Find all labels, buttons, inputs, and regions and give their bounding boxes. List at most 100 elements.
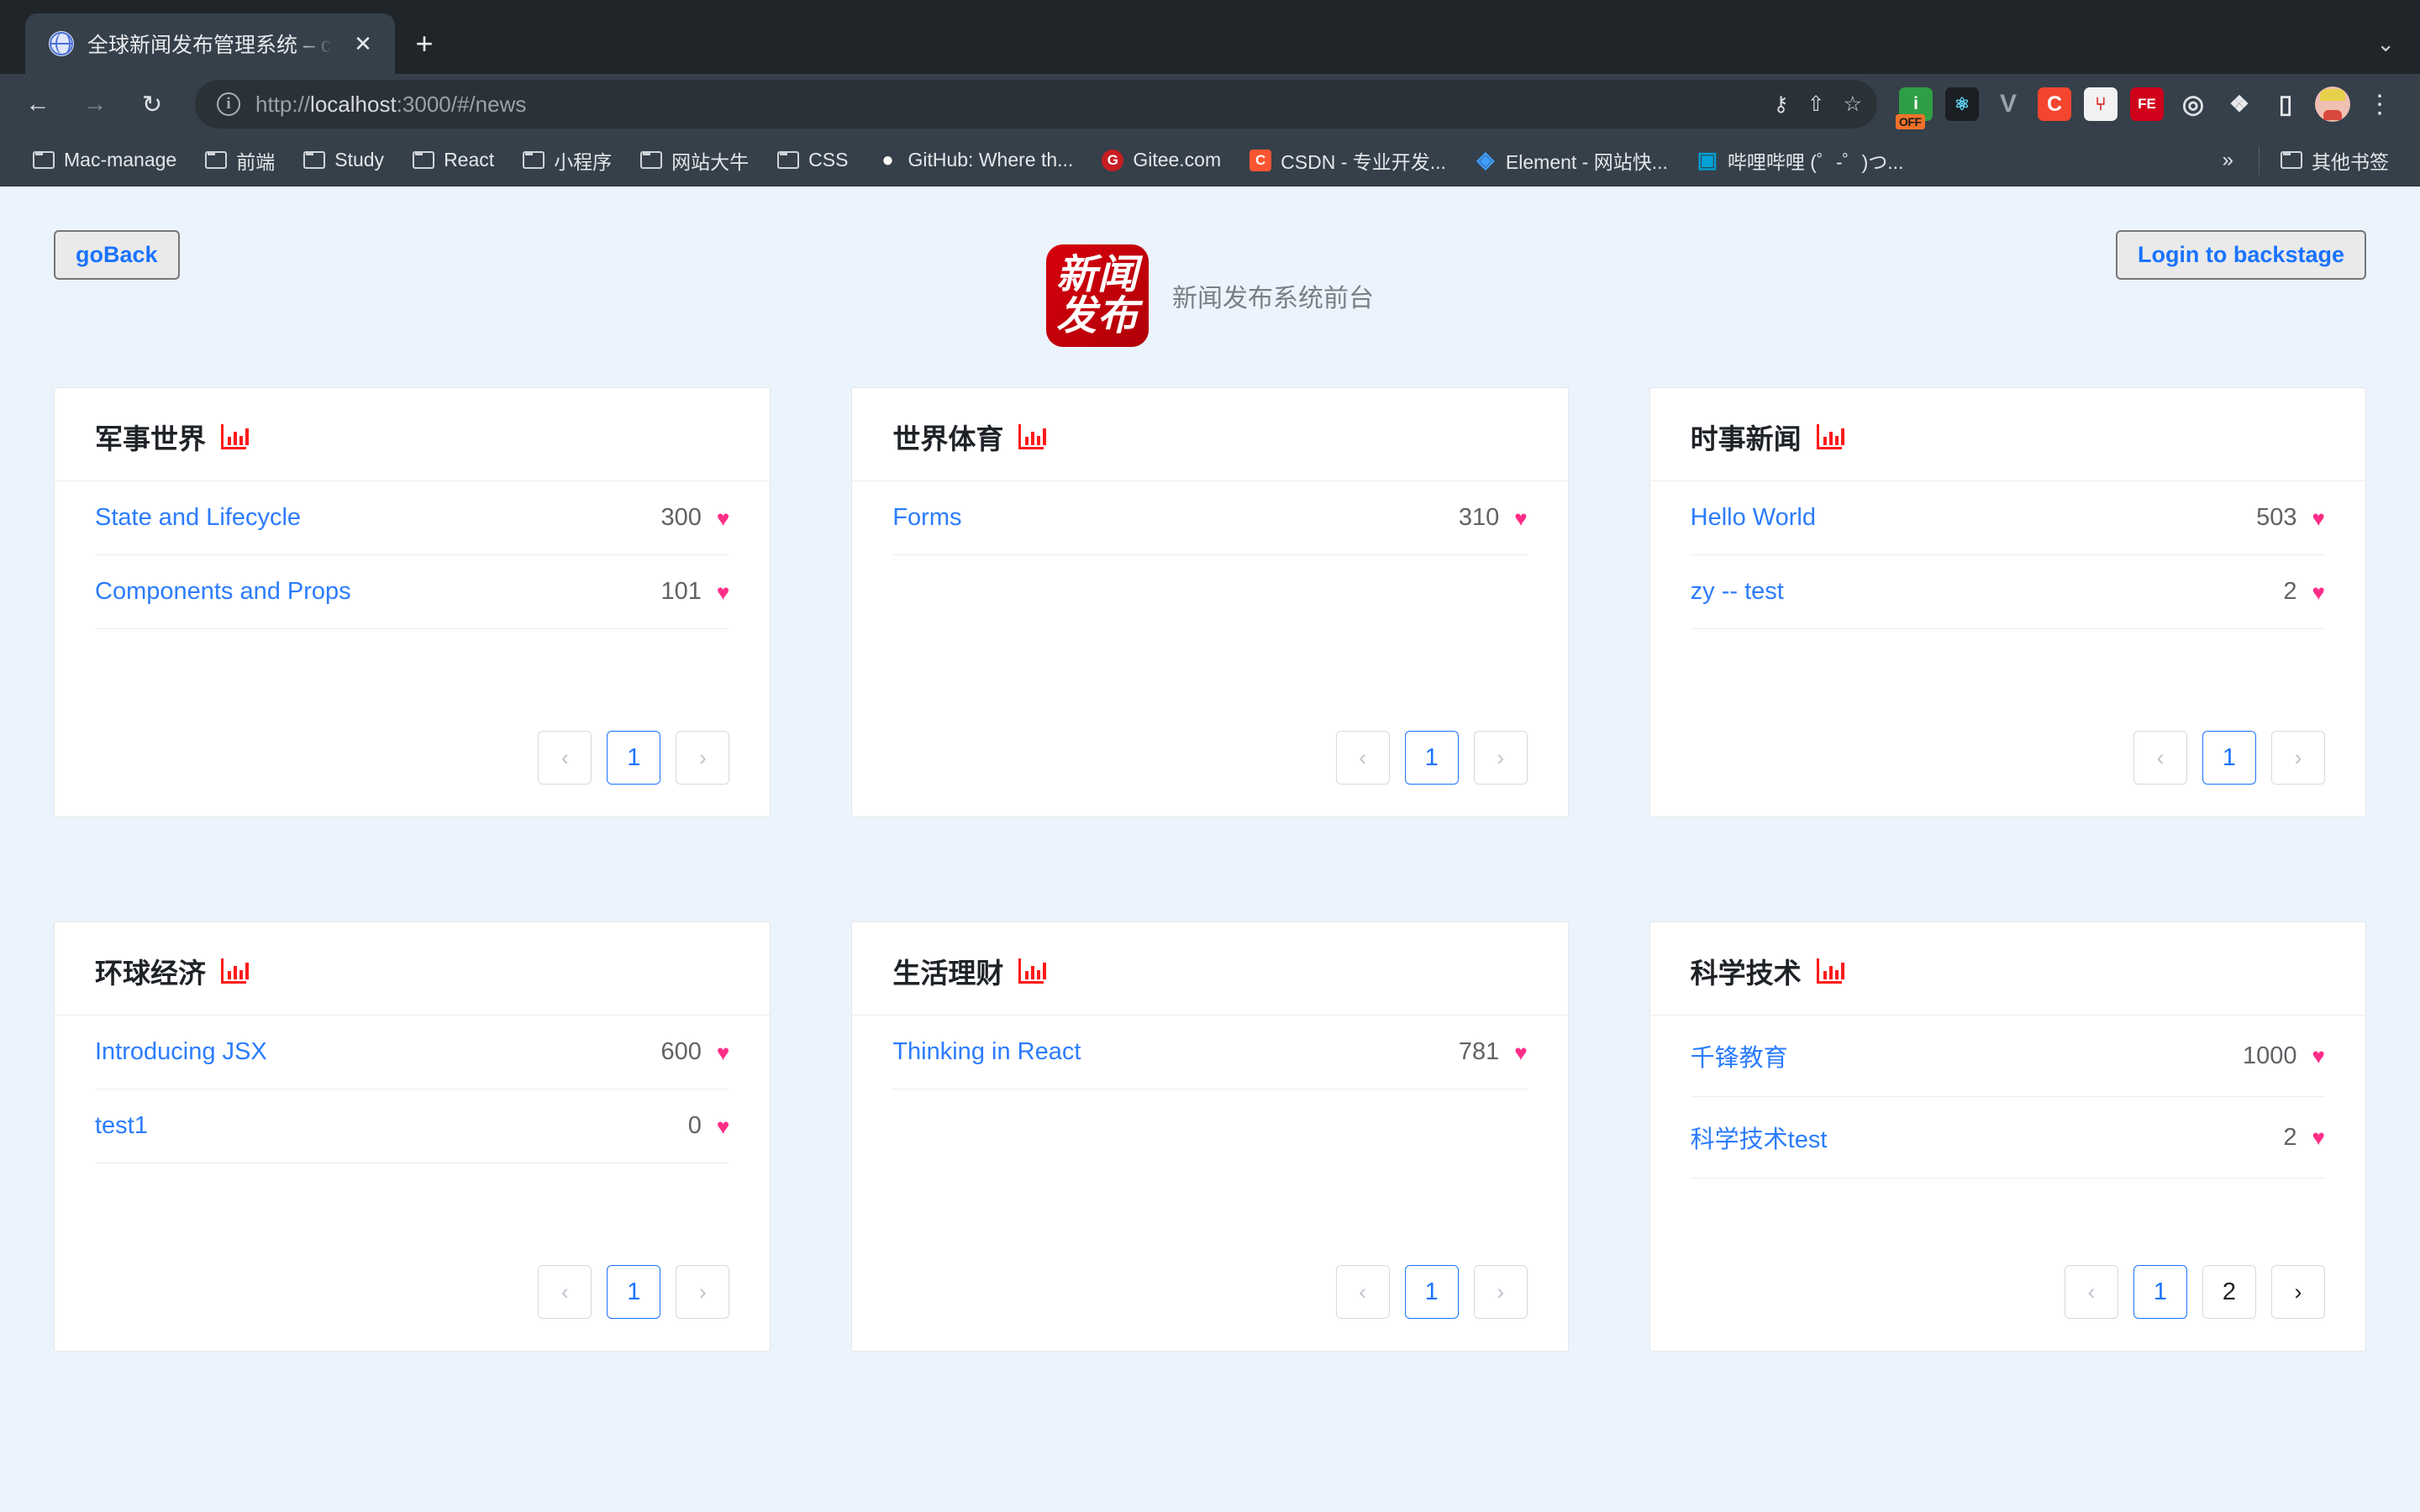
pagination-prev-button[interactable]: ‹ (2133, 731, 2187, 785)
pagination-page-button[interactable]: 1 (607, 1265, 661, 1319)
clipboard-c-icon[interactable]: C (2038, 87, 2071, 121)
news-title-link[interactable]: Introducing JSX (95, 1038, 661, 1066)
card-title: 生活理财 (892, 958, 1004, 989)
news-list-item[interactable]: Components and Props 101 ♥ (95, 555, 730, 629)
bookmark-label: Element - 网站快... (1505, 150, 1668, 173)
bookmark-label: CSS (808, 149, 849, 171)
bookmark-react[interactable]: React (398, 142, 508, 179)
target-icon[interactable]: ◎ (2176, 87, 2210, 121)
pagination-next-button[interactable]: › (2270, 731, 2325, 785)
new-tab-button[interactable]: + (395, 13, 454, 74)
bookmark-github[interactable]: ● GitHub: Where th... (862, 142, 1087, 179)
pagination: ‹ 1 › (892, 711, 1528, 816)
news-title-link[interactable]: Forms (892, 504, 1459, 532)
pagination-next-button[interactable]: › (2270, 1265, 2325, 1319)
pagination-next-button[interactable]: › (676, 1265, 730, 1319)
pagination-next-button[interactable]: › (1473, 731, 1528, 785)
forward-button[interactable]: → (69, 78, 121, 130)
news-list-item[interactable]: zy -- test 2 ♥ (1690, 555, 2325, 629)
pagination-prev-button[interactable]: ‹ (1335, 731, 1390, 785)
pagination-page-button[interactable]: 1 (2133, 1265, 2187, 1319)
cast-icon[interactable]: ▯ (2269, 87, 2302, 121)
news-title-link[interactable]: 科学技术test (1691, 1120, 2284, 1155)
heart-icon: ♥ (2312, 505, 2325, 531)
news-list-item[interactable]: Hello World 503 ♥ (1690, 481, 2325, 555)
pagination-next-button[interactable]: › (1473, 1265, 1528, 1319)
login-to-backstage-button[interactable]: Login to backstage (2115, 230, 2366, 280)
news-list-item[interactable]: test1 0 ♥ (95, 1089, 730, 1163)
news-title-link[interactable]: 千锋教育 (1691, 1038, 2243, 1074)
news-list-item[interactable]: 千锋教育 1000 ♥ (1690, 1016, 2325, 1097)
news-title-link[interactable]: Thinking in React (892, 1038, 1459, 1066)
news-list-item[interactable]: 科学技术test 2 ♥ (1690, 1097, 2325, 1179)
browser-menu-icon[interactable]: ⋮ (2363, 90, 2396, 119)
bookmark-wangzhandaniu[interactable]: 网站大牛 (626, 142, 763, 179)
pagination-page-button[interactable]: 1 (2202, 731, 2256, 785)
bookmarks-overflow-button[interactable]: » (2204, 149, 2252, 172)
back-button[interactable]: ← (12, 78, 64, 130)
card-header: 生活理财 (852, 922, 1568, 1016)
share-icon[interactable]: ⇧ (1807, 93, 1825, 115)
adblock-off-icon[interactable]: i OFF (1896, 87, 1933, 129)
bar-chart-icon (1816, 958, 1844, 984)
user-avatar[interactable] (2315, 87, 2350, 122)
pagination-page-button[interactable]: 1 (1404, 731, 1459, 785)
pagination-page-button[interactable]: 1 (1404, 1265, 1459, 1319)
bookmark-csdn[interactable]: C CSDN - 专业开发... (1235, 142, 1460, 179)
news-list-item[interactable]: Introducing JSX 600 ♥ (95, 1016, 730, 1089)
fehelper-icon[interactable]: FE (2130, 87, 2164, 121)
bar-chart-icon (221, 424, 249, 449)
password-key-icon[interactable]: ⚷ (1773, 93, 1788, 115)
card-body: Hello World 503 ♥ zy -- test 2 ♥ ‹ 1 › (1650, 481, 2365, 816)
sitemap-icon[interactable]: ⑂ (2084, 87, 2118, 121)
site-info-icon[interactable]: i (217, 92, 240, 116)
url-path: :3000/#/news (396, 91, 527, 117)
bookmark-gitee[interactable]: G Gitee.com (1087, 142, 1235, 179)
bookmark-qianduan[interactable]: 前端 (191, 142, 289, 179)
bookmark-element[interactable]: ◈ Element - 网站快... (1460, 142, 1682, 179)
reload-button[interactable]: ↻ (126, 78, 178, 130)
go-back-button[interactable]: goBack (54, 230, 180, 280)
pagination-prev-button[interactable]: ‹ (1335, 1265, 1390, 1319)
bar-chart-icon (1018, 424, 1047, 449)
news-title-link[interactable]: Components and Props (95, 578, 661, 606)
pagination-next-button[interactable]: › (676, 731, 730, 785)
bookmark-star-icon[interactable]: ☆ (1844, 93, 1862, 115)
pagination-prev-button[interactable]: ‹ (2064, 1265, 2118, 1319)
news-list-item[interactable]: Thinking in React 781 ♥ (892, 1016, 1528, 1089)
puzzle-icon[interactable]: ❖ (2223, 87, 2256, 121)
close-icon[interactable]: ✕ (346, 33, 380, 55)
news-title-link[interactable]: test1 (95, 1112, 688, 1140)
news-title-link[interactable]: State and Lifecycle (95, 504, 661, 532)
vue-devtools-icon[interactable]: V (1991, 87, 2025, 121)
element-icon: ◈ (1476, 147, 1495, 172)
other-bookmarks-label: 其他书签 (2312, 150, 2389, 173)
react-devtools-icon[interactable]: ⚛ (1945, 87, 1979, 121)
pagination-page-button[interactable]: 1 (607, 731, 661, 785)
news-title-link[interactable]: zy -- test (1691, 578, 2284, 606)
bookmark-xiaochengxu[interactable]: 小程序 (508, 142, 626, 179)
bookmark-label: CSDN - 专业开发... (1281, 150, 1446, 173)
other-bookmarks[interactable]: 其他书签 (2266, 142, 2403, 179)
bookmark-bilibili[interactable]: ▣ 哔哩哔哩 (゜-゜)つ... (1682, 142, 1918, 179)
news-list-item[interactable]: Forms 310 ♥ (892, 481, 1528, 555)
chevron-down-icon[interactable]: ⌄ (2376, 31, 2395, 57)
news-title-link[interactable]: Hello World (1691, 504, 2257, 532)
tab-title: 全球新闻发布管理系统 – codeMa (87, 34, 333, 57)
card-life-finance: 生活理财 Thinking in React 781 ♥ ‹ 1 › (851, 921, 1569, 1352)
bookmark-mac-manage[interactable]: Mac-manage (18, 142, 191, 179)
csdn-icon: C (1249, 149, 1272, 171)
bookmark-label: GitHub: Where th... (908, 149, 1074, 171)
pagination-prev-button[interactable]: ‹ (538, 1265, 592, 1319)
browser-tab[interactable]: 全球新闻发布管理系统 – codeMa ✕ (25, 13, 395, 74)
card-body: 千锋教育 1000 ♥ 科学技术test 2 ♥ ‹ 1 2 › (1650, 1016, 2365, 1351)
card-spacer (95, 629, 729, 711)
card-spacer (1691, 1179, 2325, 1245)
pagination-page-button[interactable]: 2 (2202, 1265, 2256, 1319)
bookmark-study[interactable]: Study (289, 142, 398, 179)
pagination-prev-button[interactable]: ‹ (538, 731, 592, 785)
address-bar[interactable]: i http://localhost:3000/#/news ⚷ ⇧ ☆ (195, 80, 1877, 129)
news-list-item[interactable]: State and Lifecycle 300 ♥ (95, 481, 730, 555)
card-spacer (95, 1163, 729, 1245)
bookmark-css[interactable]: CSS (763, 142, 862, 179)
